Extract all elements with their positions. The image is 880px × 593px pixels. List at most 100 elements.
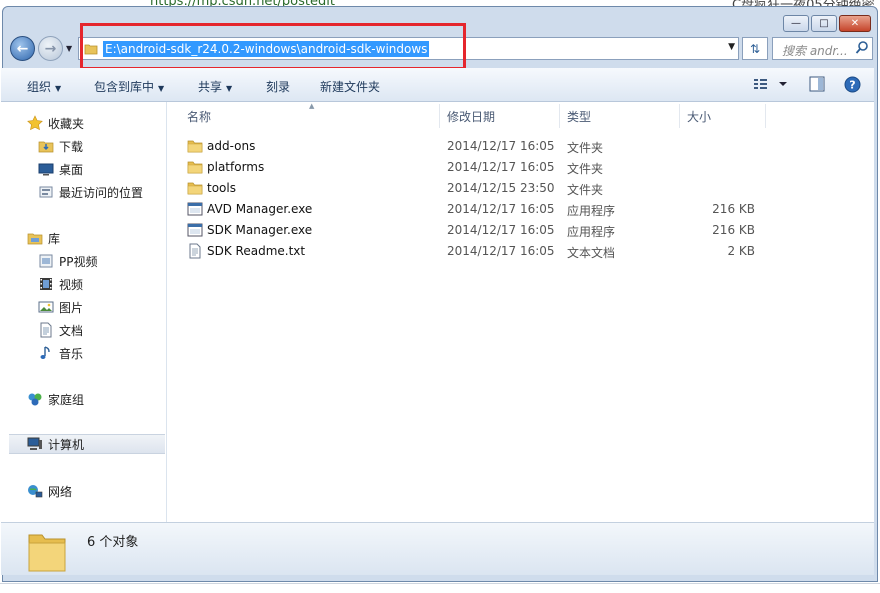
star-icon [27, 115, 43, 131]
sidebar-item-label: 计算机 [48, 437, 85, 452]
picture-icon [38, 299, 54, 315]
file-date: 2014/12/17 16:05 [447, 160, 555, 174]
file-row[interactable]: AVD Manager.exe 2014/12/17 16:05 应用程序 216 K… [187, 199, 777, 220]
column-header-type[interactable]: 类型 [567, 106, 591, 128]
file-type: 文件夹 [567, 183, 604, 197]
column-header-name[interactable]: 名称 [187, 106, 211, 128]
view-options-button[interactable] [753, 76, 789, 95]
sidebar-item-label: 收藏夹 [48, 116, 85, 131]
forward-button[interactable]: → [38, 36, 63, 61]
sidebar-item-label: 下载 [59, 139, 84, 154]
include-in-library-label: 包含到库中 [94, 80, 155, 94]
sidebar-item-label: 文档 [59, 323, 84, 338]
file-size: 216 KB [712, 223, 755, 237]
back-button[interactable]: ← [10, 36, 35, 61]
sidebar-item-label: 视频 [59, 277, 84, 292]
chevron-down-icon: ▼ [226, 84, 233, 93]
details-pane: 6 个对象 [1, 522, 874, 575]
file-size: 2 KB [727, 244, 755, 258]
folder-icon [187, 138, 203, 157]
file-list: ▲ 名称 修改日期 类型 大小 add-ons 2014/12/17 16:05 文… [169, 102, 874, 522]
highlight-annotation-box [80, 23, 466, 70]
file-date: 2014/12/17 16:05 [447, 223, 555, 237]
search-placeholder: 搜索 andr... [782, 44, 848, 58]
chevron-down-icon: ▼ [158, 84, 165, 93]
file-date: 2014/12/17 16:05 [447, 139, 555, 153]
file-row[interactable]: platforms 2014/12/17 16:05 文件夹 [187, 157, 777, 178]
share-label: 共享 [198, 80, 223, 94]
sidebar-item-label: 最近访问的位置 [59, 185, 144, 200]
homegroup-icon [27, 391, 43, 407]
exe-icon [187, 222, 203, 241]
file-date: 2014/12/17 16:05 [447, 244, 555, 258]
sort-ascending-icon: ▲ [309, 102, 315, 110]
file-name: tools [207, 181, 236, 195]
column-header-size[interactable]: 大小 [687, 106, 711, 128]
column-divider[interactable] [439, 104, 440, 128]
svg-text:?: ? [849, 79, 855, 92]
organize-label: 组织 [27, 80, 52, 94]
sidebar-item-label: 网络 [48, 484, 73, 499]
file-name: SDK Readme.txt [207, 244, 306, 258]
pp-video-icon [38, 253, 54, 269]
file-row[interactable]: tools 2014/12/15 23:50 文件夹 [187, 178, 777, 199]
exe-icon [187, 201, 203, 220]
sidebar-item-label: 桌面 [59, 162, 84, 177]
file-size: 216 KB [712, 202, 755, 216]
refresh-icon: ⇅ [749, 41, 761, 56]
file-row[interactable]: SDK Readme.txt 2014/12/17 16:05 文本文档 2 KB [187, 241, 777, 262]
burn-button[interactable]: 刻录 [266, 78, 290, 95]
document-icon [38, 322, 54, 338]
search-input[interactable]: 搜索 andr... [772, 37, 873, 60]
music-note-icon [38, 345, 54, 361]
file-row[interactable]: add-ons 2014/12/17 16:05 文件夹 [187, 136, 777, 157]
file-name: AVD Manager.exe [207, 202, 313, 216]
column-header-date[interactable]: 修改日期 [447, 106, 495, 128]
sidebar-item-label: 图片 [59, 300, 84, 315]
folder-icon [27, 529, 67, 576]
help-button[interactable]: ? [844, 76, 861, 96]
search-icon[interactable] [855, 40, 869, 59]
sidebar-item-label: 家庭组 [48, 392, 85, 407]
file-type: 应用程序 [567, 204, 616, 218]
refresh-button[interactable]: ⇅ [742, 37, 768, 60]
recent-places-icon [38, 184, 54, 200]
share-button[interactable]: 共享 ▼ [198, 78, 232, 95]
arrow-right-icon: → [44, 40, 57, 57]
downloads-folder-icon [38, 138, 54, 154]
column-divider[interactable] [679, 104, 680, 128]
file-name: platforms [207, 160, 265, 174]
command-bar: 组织 ▼ 包含到库中 ▼ 共享 ▼ 刻录 新建文件夹 ? [1, 68, 874, 102]
file-name: add-ons [207, 139, 256, 153]
navigation-pane: 收藏夹 下载 桌面 最近访问的位置 库 PP视频 视频 图片 文档 音乐 家庭组… [1, 102, 167, 522]
network-icon [27, 483, 43, 499]
file-date: 2014/12/15 23:50 [447, 181, 555, 195]
film-icon [38, 276, 54, 292]
computer-icon [27, 436, 43, 452]
item-count: 6 个对象 [87, 535, 139, 550]
preview-pane-button[interactable] [809, 76, 825, 95]
file-row[interactable]: SDK Manager.exe 2014/12/17 16:05 应用程序 216 K… [187, 220, 777, 241]
arrow-left-icon: ← [16, 40, 29, 57]
desktop-icon [38, 161, 54, 177]
sidebar-item-label: 库 [48, 231, 61, 246]
text-file-icon [187, 243, 203, 262]
sidebar-item-label: PP视频 [59, 254, 98, 269]
file-name: SDK Manager.exe [207, 223, 313, 237]
column-divider[interactable] [559, 104, 560, 128]
file-type: 文件夹 [567, 162, 604, 176]
library-icon [27, 230, 43, 246]
sidebar-item-label: 音乐 [59, 346, 84, 361]
file-type: 应用程序 [567, 225, 616, 239]
include-in-library-button[interactable]: 包含到库中 ▼ [94, 78, 164, 95]
sidebar-item-computer[interactable]: 计算机 [9, 434, 165, 454]
folder-icon [187, 180, 203, 199]
address-dropdown-icon[interactable]: ▼ [728, 42, 735, 52]
file-type: 文本文档 [567, 246, 616, 260]
content-pane: 收藏夹 下载 桌面 最近访问的位置 库 PP视频 视频 图片 文档 音乐 家庭组… [1, 102, 874, 522]
new-folder-button[interactable]: 新建文件夹 [320, 78, 380, 95]
recent-pages-dropdown[interactable]: ▼ [66, 44, 72, 53]
chevron-down-icon: ▼ [55, 84, 62, 93]
column-divider[interactable] [765, 104, 766, 128]
organize-button[interactable]: 组织 ▼ [27, 78, 61, 95]
